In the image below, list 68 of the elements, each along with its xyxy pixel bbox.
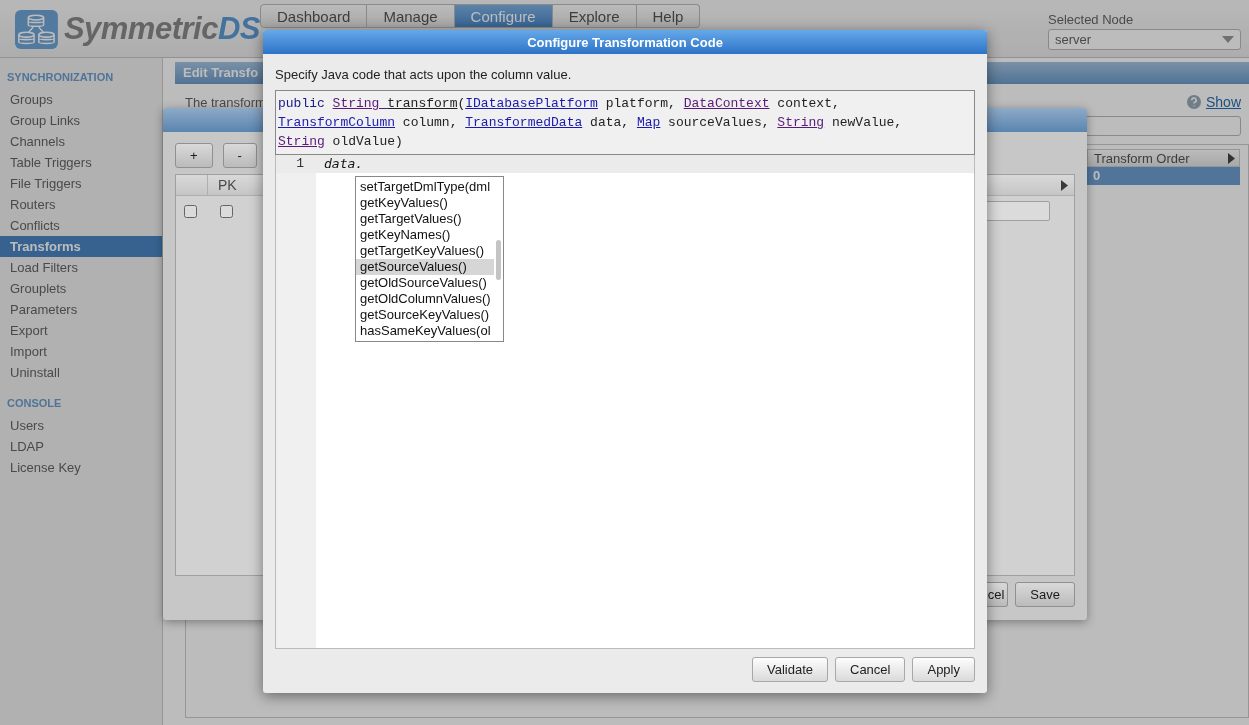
type-link[interactable]: Map bbox=[636, 115, 661, 130]
sidebar-item[interactable]: Grouplets bbox=[0, 278, 162, 299]
sidebar-item[interactable]: Conflicts bbox=[0, 215, 162, 236]
sidebar-item[interactable]: Users bbox=[0, 415, 162, 436]
toolbar-button[interactable]: - bbox=[222, 143, 257, 168]
type-link[interactable]: DataContext bbox=[683, 96, 770, 111]
dialog-button[interactable]: Apply bbox=[912, 657, 975, 682]
sidebar-item[interactable]: Export bbox=[0, 320, 162, 341]
dialog-button[interactable]: Validate bbox=[752, 657, 828, 682]
help-icon bbox=[1185, 94, 1202, 110]
pk-checkbox[interactable] bbox=[220, 204, 233, 218]
caret-icon bbox=[1228, 152, 1235, 164]
suggestion-item[interactable]: setTargetDmlType(dml bbox=[356, 179, 494, 195]
caret-icon bbox=[1061, 179, 1068, 191]
input-field[interactable] bbox=[984, 201, 1050, 221]
dialog-title: Configure Transformation Code bbox=[263, 30, 987, 54]
suggestion-item[interactable]: getTargetValues() bbox=[356, 211, 494, 227]
line-number: 1 bbox=[295, 155, 305, 173]
nav-tab[interactable]: Dashboard bbox=[260, 4, 368, 28]
dialog-button[interactable]: Cancel bbox=[835, 657, 906, 682]
suggestion-item[interactable]: getTargetKeyValues() bbox=[356, 243, 494, 259]
type-link[interactable]: String bbox=[278, 134, 325, 149]
code-editor[interactable]: 1 data. setTargetDmlType(dml getKeyValues() getTargetValues() getKeyNames() getTargetKeyValues() getSourceValues() getOldSourceValues() getOldColumnValues() getSourceKeyValues() hasSameKeyValues(ol bbox=[275, 155, 975, 649]
sidebar-item[interactable]: File Triggers bbox=[0, 173, 162, 194]
show-link[interactable]: Show bbox=[1185, 94, 1241, 110]
sidebar-item[interactable]: Import bbox=[0, 341, 162, 362]
type-link[interactable]: TransformedData bbox=[465, 115, 583, 130]
logo-text: SymmetricDS bbox=[63, 10, 260, 48]
node-select[interactable]: server bbox=[1048, 29, 1241, 50]
selected-node-label: Selected Node bbox=[1048, 12, 1135, 27]
suggestion-item[interactable]: getKeyValues() bbox=[356, 195, 494, 211]
sidebar-item[interactable]: Channels bbox=[0, 131, 162, 152]
column-header[interactable]: Transform Order bbox=[1087, 149, 1240, 167]
sidebar-item[interactable]: Load Filters bbox=[0, 257, 162, 278]
instruction-text: Specify Java code that acts upon the column value. bbox=[275, 67, 573, 82]
type-link[interactable]: IDatabasePlatform bbox=[465, 96, 598, 111]
nav-tab[interactable]: Manage bbox=[367, 4, 455, 28]
checkbox[interactable] bbox=[184, 204, 197, 218]
database-stack-icon bbox=[15, 9, 58, 50]
sidebar-item[interactable]: Groups bbox=[0, 89, 162, 110]
sidebar-item[interactable]: Uninstall bbox=[0, 362, 162, 383]
suggestion-item[interactable]: getOldSourceValues() bbox=[356, 275, 494, 291]
sidebar-item[interactable]: LDAP bbox=[0, 436, 162, 457]
nav-tab[interactable]: Help bbox=[636, 4, 701, 28]
panel-description: The transform bbox=[185, 94, 266, 110]
caret-icon bbox=[1222, 36, 1234, 43]
type-link[interactable]: String bbox=[332, 96, 388, 111]
type-link[interactable]: TransformColumn bbox=[278, 115, 396, 130]
sidebar-item[interactable]: Parameters bbox=[0, 299, 162, 320]
suggestion-item[interactable]: getOldColumnValues() bbox=[356, 291, 494, 307]
suggestion-item[interactable]: getKeyNames() bbox=[356, 227, 494, 243]
sidebar-item[interactable]: License Key bbox=[0, 457, 162, 478]
code-line: data. bbox=[323, 155, 364, 173]
type-link[interactable]: String bbox=[777, 115, 825, 130]
scrollbar-thumb[interactable] bbox=[496, 240, 501, 280]
suggestion-item[interactable]: hasSameKeyValues(ol bbox=[356, 323, 494, 339]
method-signature: public String transform(IDatabasePlatform platform, DataContext context, TransformColumn column, TransformedData data, Map sourceValues, String newValue, String oldValue) bbox=[275, 90, 975, 155]
sidebar-item[interactable]: Table Triggers bbox=[0, 152, 162, 173]
column-header[interactable]: PK bbox=[207, 175, 245, 195]
sidebar-heading: CONSOLE bbox=[6, 396, 63, 411]
sidebar-heading: SYNCHRONIZATION bbox=[6, 70, 115, 85]
nav-tab[interactable]: Explore bbox=[552, 4, 637, 28]
suggestion-item[interactable]: getSourceValues() bbox=[356, 259, 494, 275]
toolbar-button[interactable]: + bbox=[175, 143, 213, 168]
save-button[interactable]: Save bbox=[1015, 582, 1075, 607]
suggestion-item[interactable]: getSourceKeyValues() bbox=[356, 307, 494, 323]
sidebar-item[interactable]: Routers bbox=[0, 194, 162, 215]
sidebar-item[interactable]: Group Links bbox=[0, 110, 162, 131]
